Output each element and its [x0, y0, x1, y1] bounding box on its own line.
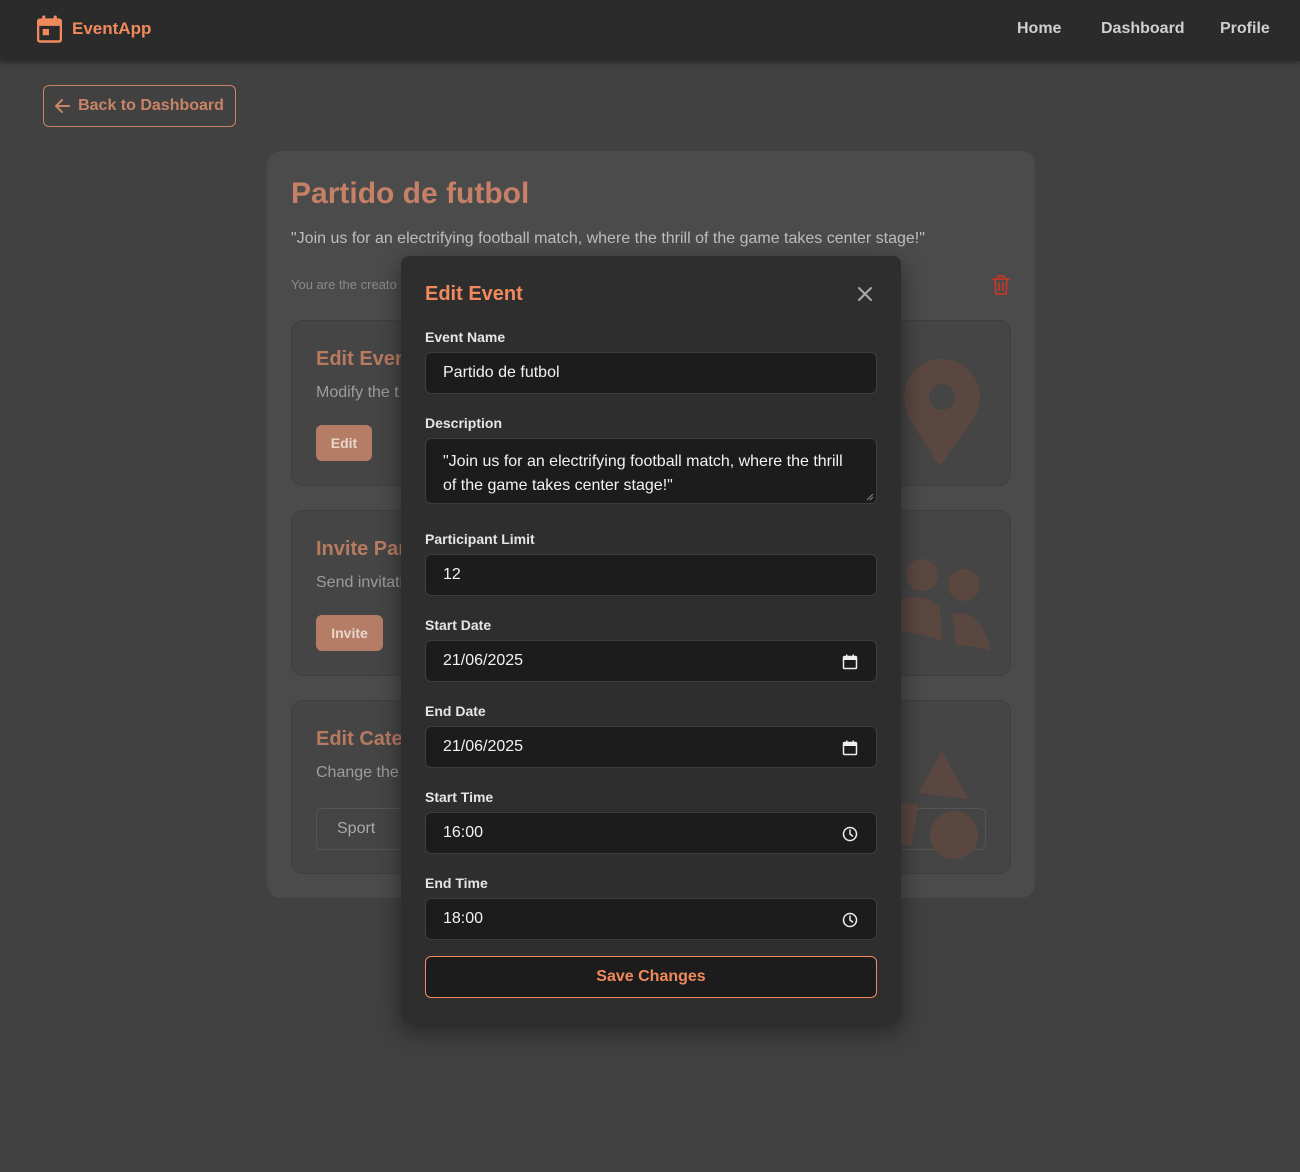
calendar-picker-icon[interactable] — [842, 654, 858, 670]
top-navbar: EventApp Home Dashboard Profile — [0, 0, 1300, 61]
event-name-value: Partido de futbol — [443, 364, 560, 381]
trash-icon[interactable] — [991, 274, 1011, 296]
back-to-dashboard-button[interactable]: Back to Dashboard — [43, 85, 236, 127]
nav-dashboard[interactable]: Dashboard — [1101, 20, 1185, 38]
clock-icon[interactable] — [842, 826, 858, 842]
event-title: Partido de futbol — [291, 177, 530, 210]
back-button-label: Back to Dashboard — [78, 97, 224, 114]
users-icon — [900, 559, 990, 651]
calendar-icon — [37, 15, 62, 43]
clock-icon[interactable] — [842, 912, 858, 928]
start-time-label: Start Time — [425, 789, 494, 805]
nav-home[interactable]: Home — [1017, 20, 1061, 38]
start-time-input[interactable]: 16:00 — [425, 812, 877, 854]
save-changes-button[interactable]: Save Changes — [425, 956, 877, 998]
brand-name: EventApp — [72, 19, 152, 38]
event-name-input[interactable]: Partido de futbol — [425, 352, 877, 394]
nav-profile[interactable]: Profile — [1220, 20, 1270, 38]
end-time-input[interactable]: 18:00 — [425, 898, 877, 940]
close-icon[interactable] — [856, 285, 874, 303]
edit-event-title: Edit Even — [316, 348, 408, 370]
end-date-label: End Date — [425, 703, 486, 719]
participant-limit-label: Participant Limit — [425, 531, 535, 547]
end-date-input[interactable]: 21/06/2025 — [425, 726, 877, 768]
participant-limit-value: 12 — [443, 566, 461, 583]
start-date-input[interactable]: 21/06/2025 — [425, 640, 877, 682]
description-label: Description — [425, 415, 503, 431]
start-date-value: 21/06/2025 — [443, 652, 524, 669]
brand[interactable]: EventApp — [37, 15, 151, 43]
edit-event-subtitle: Modify the t — [316, 384, 399, 401]
calendar-picker-icon[interactable] — [842, 740, 858, 756]
end-time-value: 18:00 — [443, 910, 484, 927]
description-textarea[interactable]: "Join us for an electrifying football ma… — [425, 438, 877, 504]
category-select-value: Sport — [337, 820, 376, 837]
edit-button[interactable]: Edit — [316, 425, 372, 461]
creator-note: You are the creato — [291, 277, 397, 292]
map-pin-icon — [904, 359, 980, 464]
arrow-left-icon — [55, 99, 71, 113]
modal-title: Edit Event — [425, 283, 523, 305]
end-time-label: End Time — [425, 875, 488, 891]
description-value: "Join us for an electrifying football ma… — [443, 453, 843, 494]
shapes-icon — [896, 751, 978, 859]
invite-subtitle: Send invitati — [316, 574, 404, 591]
invite-button[interactable]: Invite — [316, 615, 383, 651]
invite-title: Invite Par — [316, 538, 407, 560]
participant-limit-input[interactable]: 12 — [425, 554, 877, 596]
edit-category-title: Edit Cate — [316, 728, 403, 750]
event-name-label: Event Name — [425, 329, 506, 345]
end-date-value: 21/06/2025 — [443, 738, 524, 755]
edit-event-modal: Edit Event Event Name Partido de futbol … — [401, 256, 901, 1023]
resize-handle-icon[interactable] — [866, 493, 874, 501]
edit-category-subtitle: Change the — [316, 764, 399, 781]
start-time-value: 16:00 — [443, 824, 484, 841]
start-date-label: Start Date — [425, 617, 492, 633]
event-description: "Join us for an electrifying football ma… — [291, 230, 925, 247]
